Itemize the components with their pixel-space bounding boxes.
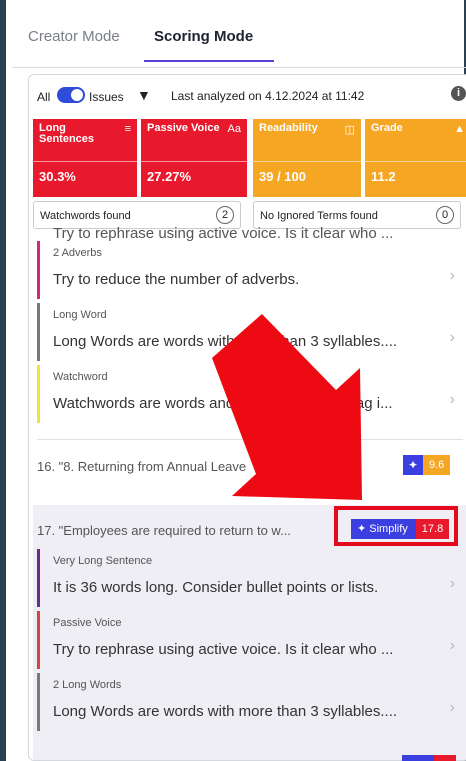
watchwords-count: 2: [216, 206, 234, 224]
issue-type: Very Long Sentence: [53, 555, 153, 567]
metric-label: Passive Voice: [147, 122, 220, 134]
chevron-right-icon: ›: [449, 267, 455, 284]
issues-label: Issues: [89, 90, 124, 104]
issue-type: 2 Adverbs: [53, 247, 102, 259]
annotation-highlight-box: [334, 506, 458, 546]
metric-label: Readability: [259, 122, 318, 134]
issue-item-adverbs[interactable]: 2 Adverbs Try to reduce the number of ad…: [37, 241, 463, 299]
metric-label: Long Sentences: [39, 122, 95, 145]
paragraph-icon: ≡: [124, 123, 131, 135]
issue-color-bar: [37, 241, 40, 299]
chevron-right-icon: ›: [449, 699, 455, 716]
filter-icon[interactable]: ▼: [137, 87, 151, 103]
metric-divider: [253, 161, 361, 162]
issue-color-bar: [37, 673, 40, 731]
issue-item-watchword[interactable]: Watchword Watchwords are words and phras…: [37, 365, 463, 423]
issue-item-very-long-sentence[interactable]: Very Long Sentence It is 36 words long. …: [37, 549, 463, 607]
mode-tabs: Creator Mode Scoring Mode: [12, 0, 466, 68]
metric-value: 11.2: [371, 169, 396, 184]
tab-creator-mode[interactable]: Creator Mode: [28, 28, 120, 68]
issue-message: Long Words are words with more than 3 sy…: [53, 703, 398, 720]
section-17-title[interactable]: 17. "Employees are required to return to…: [37, 523, 291, 538]
issue-color-bar: [37, 365, 40, 423]
toolbar: All Issues ▼ Last analyzed on 4.12.2024 …: [29, 75, 466, 115]
ignored-terms-label: No Ignored Terms found: [260, 210, 378, 222]
metric-readability[interactable]: Readability ◫ 39 / 100: [253, 119, 361, 197]
issue-color-bar: [37, 303, 40, 361]
ignored-terms-count: 0: [436, 206, 454, 224]
tab-scoring-mode-label: Scoring Mode: [154, 28, 254, 45]
issue-message: Long Words are words with more than 3 sy…: [53, 333, 398, 350]
metric-long-sentences[interactable]: Long Sentences ≡ 30.3%: [33, 119, 137, 197]
info-icon[interactable]: i: [451, 86, 466, 101]
issue-type: Long Word: [53, 309, 107, 321]
tab-scoring-mode[interactable]: Scoring Mode: [144, 28, 274, 68]
chevron-right-icon: ›: [449, 329, 455, 346]
chevron-right-icon: ›: [449, 391, 455, 408]
next-section-score-peek: [434, 755, 456, 761]
book-icon: ◫: [344, 124, 355, 136]
watchwords-found-label: Watchwords found: [40, 210, 131, 222]
scoring-panel: All Issues ▼ Last analyzed on 4.12.2024 …: [28, 74, 466, 761]
metric-grade[interactable]: Grade ▲ 11.2: [365, 119, 466, 197]
section-16-score-badge[interactable]: ✦ 9.6: [403, 455, 451, 475]
window-frame: Creator Mode Scoring Mode All Issues ▼ L…: [0, 0, 466, 761]
last-analyzed-text: Last analyzed on 4.12.2024 at 11:42: [171, 89, 365, 103]
issue-item-long-word[interactable]: Long Word Long Words are words with more…: [37, 303, 463, 361]
issue-message: Watchwords are words and phrases that we…: [53, 395, 393, 412]
issue-item-long-words[interactable]: 2 Long Words Long Words are words with m…: [37, 673, 463, 731]
issues-toggle[interactable]: [57, 87, 85, 103]
metric-divider: [365, 161, 466, 162]
issue-type: Passive Voice: [53, 617, 122, 629]
font-icon: Aa: [227, 123, 241, 135]
chevron-right-icon: ›: [449, 575, 455, 592]
section-16-score: 9.6: [423, 455, 451, 475]
metric-passive-voice[interactable]: Passive Voice Aa 27.27%: [141, 119, 247, 197]
clipped-issue-text: Try to rephrase using active voice. Is i…: [53, 225, 394, 242]
metric-divider: [33, 161, 137, 162]
metric-value: 39 / 100: [259, 169, 306, 184]
chevron-right-icon: ›: [449, 637, 455, 654]
issue-message: Try to rephrase using active voice. Is i…: [53, 641, 394, 658]
active-tab-underline: [144, 60, 274, 62]
issue-type: Watchword: [53, 371, 108, 383]
issue-type: 2 Long Words: [53, 679, 122, 691]
metric-value: 30.3%: [39, 169, 76, 184]
issue-color-bar: [37, 549, 40, 607]
metric-divider: [141, 161, 247, 162]
section-16-title[interactable]: 16. "8. Returning from Annual Leave: [37, 459, 246, 474]
sparkle-icon: ✦: [403, 455, 423, 475]
metric-value: 27.27%: [147, 169, 192, 184]
issue-message: It is 36 words long. Consider bullet poi…: [53, 579, 379, 596]
graduation-icon: ▲: [454, 123, 465, 135]
all-label: All: [37, 90, 51, 104]
issue-message: Try to reduce the number of adverbs.: [53, 271, 300, 288]
issue-item-passive-voice[interactable]: Passive Voice Try to rephrase using acti…: [37, 611, 463, 669]
section-divider: [37, 439, 463, 440]
issue-color-bar: [37, 611, 40, 669]
metric-label: Grade: [371, 122, 403, 134]
